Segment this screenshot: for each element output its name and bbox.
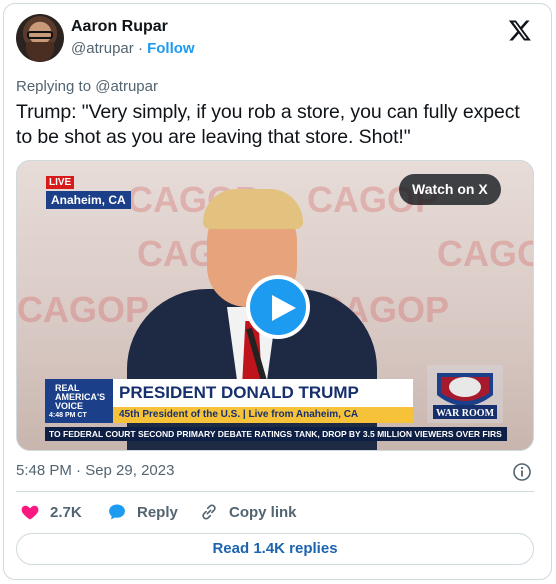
like-button[interactable]: 2.7K — [20, 502, 82, 522]
chyron-headline: PRESIDENT DONALD TRUMP — [113, 379, 413, 407]
reply-button[interactable]: Reply — [107, 502, 178, 522]
heart-icon — [21, 505, 39, 520]
reply-bubble-icon — [109, 504, 125, 520]
channel-clock: 4:48 PM CT — [45, 409, 113, 423]
separator-dot: · — [137, 40, 143, 57]
location-badge: Anaheim, CA — [46, 191, 131, 209]
author-name[interactable]: Aaron Rupar — [71, 18, 168, 36]
follow-button[interactable]: Follow — [147, 40, 195, 57]
avatar[interactable] — [16, 14, 64, 62]
background-logo: CAGOP — [437, 233, 533, 274]
info-icon[interactable] — [512, 462, 532, 482]
copy-link-label: Copy link — [229, 503, 297, 521]
chyron-subline: 45th President of the U.S. | Live from A… — [113, 407, 413, 423]
read-replies-button[interactable]: Read 1.4K replies — [16, 533, 534, 565]
background-logo: CAGOP — [17, 289, 150, 330]
glasses-shape — [27, 31, 53, 39]
copy-link-button[interactable]: Copy link — [199, 502, 297, 522]
beard-shape — [26, 42, 54, 62]
divider — [16, 491, 534, 492]
link-icon — [202, 504, 216, 520]
tweet-text: Trump: "Very simply, if you rob a store,… — [16, 101, 520, 148]
replying-to[interactable]: Replying to @atrupar — [16, 78, 158, 95]
tweet-timestamp[interactable]: 5:48 PM · Sep 29, 2023 — [16, 462, 174, 479]
war-room-logo: WAR ROOM — [427, 365, 503, 423]
reply-label: Reply — [137, 503, 178, 521]
author-handle[interactable]: @atrupar — [71, 40, 134, 57]
play-icon — [272, 295, 296, 321]
video-player[interactable]: CAGOP CAGOP CAGOP CAGOP CAGOP CAGOP LIVE… — [16, 160, 534, 451]
news-chyron: REAL AMERICA'S VOICE 4:48 PM CT PRESIDEN… — [45, 365, 507, 427]
x-logo-icon[interactable] — [508, 18, 532, 42]
play-button[interactable] — [246, 275, 310, 339]
news-ticker: TO FEDERAL COURT SECOND PRIMARY DEBATE R… — [45, 427, 507, 441]
live-badge: LIVE — [46, 176, 75, 189]
watch-on-x-button[interactable]: Watch on X — [399, 174, 501, 205]
author-handle-row: @atrupar · Follow — [71, 40, 195, 57]
war-room-text: WAR ROOM — [436, 408, 495, 419]
speaker-hair — [203, 189, 303, 229]
like-count: 2.7K — [50, 503, 82, 521]
